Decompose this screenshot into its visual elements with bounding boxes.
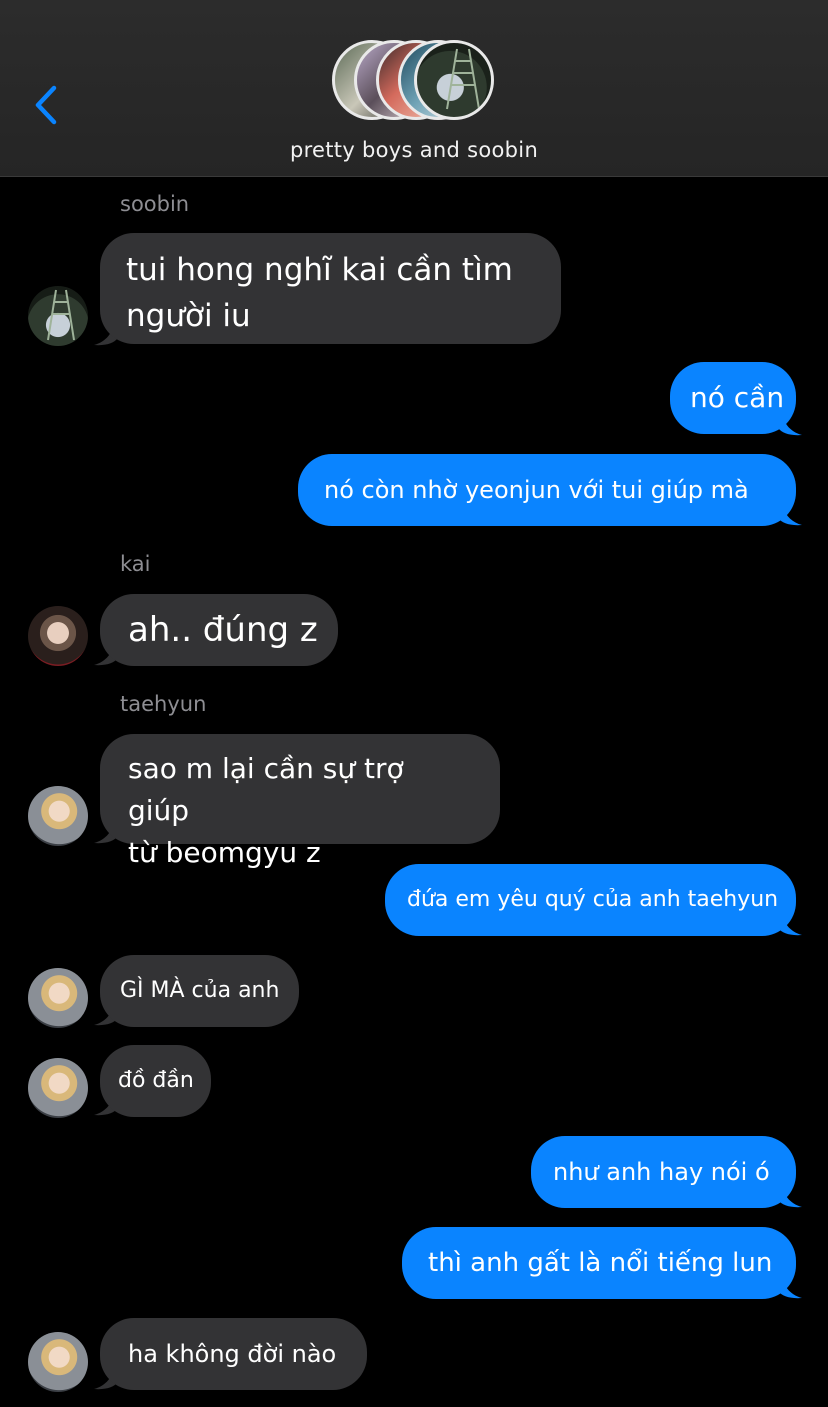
avatar-kai[interactable] <box>28 606 88 666</box>
message-text-line: người iu <box>126 298 251 334</box>
group-member-avatar <box>414 40 494 120</box>
message-bubble-incoming[interactable]: ha không đời nào <box>100 1318 367 1390</box>
avatar-taehyun[interactable] <box>28 1058 88 1118</box>
message-bubble-outgoing[interactable]: nó cần <box>670 362 796 434</box>
message-bubble-outgoing[interactable]: đứa em yêu quý của anh taehyun <box>385 864 796 936</box>
avatar-soobin[interactable] <box>28 286 88 346</box>
message-bubble-incoming[interactable]: sao m lại cần sự trợ giúp từ beomgyu z <box>100 734 500 869</box>
message-bubble-incoming[interactable]: GÌ MÀ của anh <box>100 955 299 1027</box>
sender-name-soobin: soobin <box>120 192 190 216</box>
group-avatar-stack[interactable] <box>332 40 502 126</box>
message-bubble-incoming[interactable]: ah.. đúng z <box>100 594 338 666</box>
message-bubble-outgoing[interactable]: như anh hay nói ó <box>531 1136 796 1208</box>
back-button[interactable] <box>26 80 70 130</box>
ladder-icon <box>446 48 480 110</box>
message-text-line: tui hong nghĩ kai cần tìm <box>126 252 513 288</box>
sender-name-taehyun: taehyun <box>120 692 207 716</box>
message-bubble-incoming[interactable]: đồ đần <box>100 1045 211 1117</box>
message-bubble-incoming[interactable]: tui hong nghĩ kai cần tìm người iu <box>100 233 561 344</box>
message-bubble-outgoing[interactable]: thì anh gất là nổi tiếng lun <box>402 1227 796 1299</box>
conversation-title[interactable]: pretty boys and soobin <box>0 138 828 162</box>
avatar-taehyun[interactable] <box>28 968 88 1028</box>
sender-name-kai: kai <box>120 552 151 576</box>
chevron-left-icon <box>35 85 57 125</box>
ladder-icon <box>47 289 75 341</box>
message-bubble-outgoing[interactable]: nó còn nhờ yeonjun với tui giúp mà <box>298 454 796 526</box>
avatar-taehyun[interactable] <box>28 1332 88 1392</box>
message-text-line: sao m lại cần sự trợ giúp <box>128 752 404 827</box>
conversation-header: pretty boys and soobin <box>0 0 828 177</box>
avatar-taehyun[interactable] <box>28 786 88 846</box>
